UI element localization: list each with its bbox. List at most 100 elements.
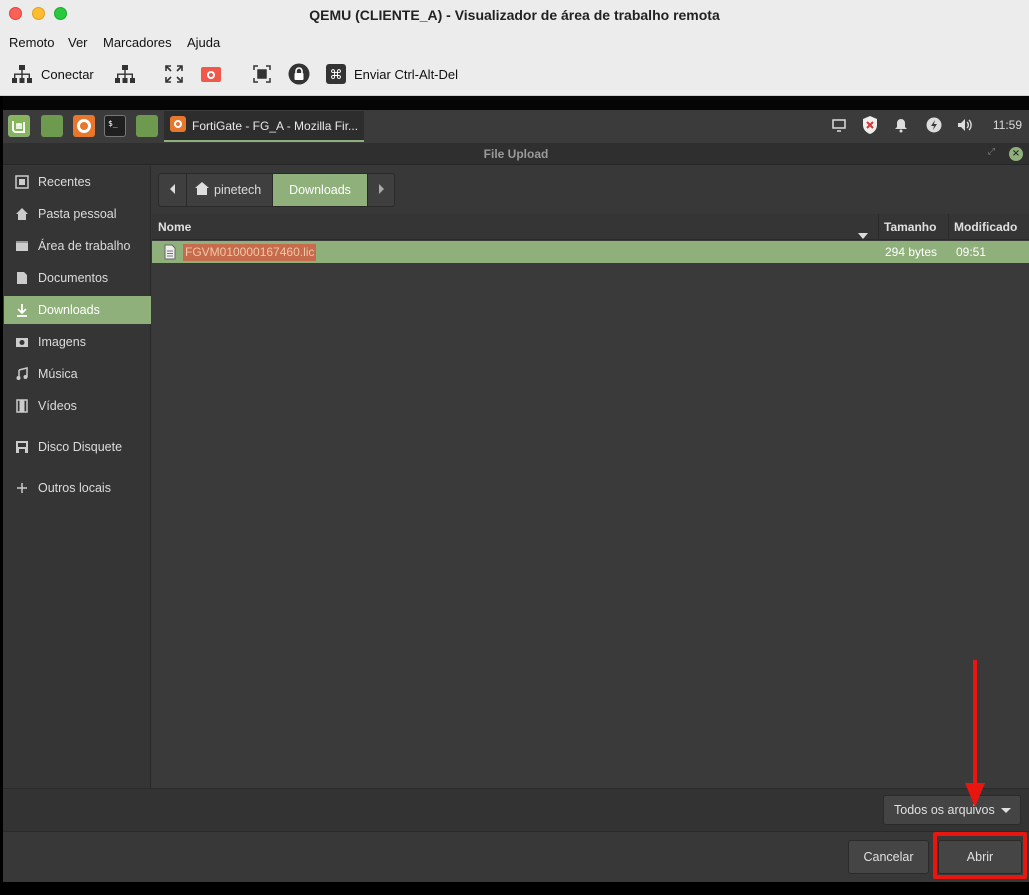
annotation-arrow [973,660,977,785]
path-bar: pinetech Downloads [158,173,395,207]
taskbar-firefox-window[interactable]: FortiGate - FG_A - Mozilla Fir... [164,111,364,142]
column-header-name[interactable]: Nome [158,214,191,240]
network-icon [11,64,33,84]
window-titlebar: QEMU (CLIENTE_A) - Visualizador de área … [0,0,1029,32]
plus-icon [14,482,30,494]
annotation-highlight-box [933,832,1027,879]
file-name: FGVM010000167460.lic [183,244,317,261]
remote-screen[interactable]: $_ FortiGate - FG_A - Mozilla Fir... 11:… [3,96,1029,882]
chevron-left-icon [169,183,176,197]
download-icon [14,303,30,317]
file-icon [164,244,176,264]
svg-text:⌘: ⌘ [330,68,343,83]
send-keys-label: Enviar Ctrl-Alt-Del [354,66,459,82]
sidebar-item-disco-disquete[interactable]: Disco Disquete [4,433,151,461]
sidebar-item-pasta-pessoal[interactable]: Pasta pessoal [4,200,151,228]
menu-ver[interactable]: Ver [68,35,88,50]
recent-icon [14,175,30,189]
window-title: QEMU (CLIENTE_A) - Visualizador de área … [309,7,720,23]
path-back-button[interactable] [159,174,187,206]
send-ctrl-alt-del-button[interactable]: ⌘ Enviar Ctrl-Alt-Del [326,62,458,86]
column-header-size[interactable]: Tamanho [884,214,936,240]
volume-icon[interactable] [956,117,974,137]
clock: 11:59 [992,118,1022,132]
sidebar-item-label: Documentos [38,271,109,285]
menu-marcadores[interactable]: Marcadores [103,35,172,50]
folder-icon[interactable] [136,115,158,137]
connect-label: Conectar [41,66,94,82]
terminal-icon[interactable]: $_ [104,115,126,137]
file-row[interactable]: FGVM010000167460.lic 294 bytes 09:51 [152,241,1029,263]
network-button[interactable] [114,62,136,86]
file-modified: 09:51 [956,245,987,259]
sidebar-item-area-de-trabalho[interactable]: Área de trabalho [4,232,151,260]
sidebar-item-documentos[interactable]: Documentos [4,264,151,292]
column-separator [948,214,949,240]
sidebar-item-label: Música [38,367,78,381]
path-current-label: Downloads [289,183,351,197]
path-segment-downloads[interactable]: Downloads [273,174,368,206]
task-label: FortiGate - FG_A - Mozilla Fir... [192,118,359,133]
file-upload-dialog: File Upload ⤢ × Recentes Pasta pessoal Á… [3,143,1029,882]
path-segment-home[interactable]: pinetech [187,174,273,206]
command-icon: ⌘ [326,64,346,84]
menu-remoto[interactable]: Remoto [9,35,55,50]
close-icon[interactable]: × [1009,147,1023,161]
chevron-right-icon [378,183,384,197]
sidebar-item-label: Downloads [38,303,100,317]
bell-icon[interactable] [893,117,909,137]
sidebar-item-musica[interactable]: Música [4,360,151,388]
dialog-title: File Upload [483,147,549,161]
file-list-header: Nome Tamanho Modificado [152,214,1029,240]
svg-text:$_: $_ [108,119,118,128]
lock-button[interactable] [288,62,310,86]
sidebar-item-outros-locais[interactable]: Outros locais [4,474,151,502]
cancel-button[interactable]: Cancelar [848,840,929,874]
sidebar-item-label: Pasta pessoal [38,207,117,221]
file-list[interactable]: Nome Tamanho Modificado FGVM010000167460… [152,214,1029,788]
file-type-filter[interactable]: Todos os arquivos [883,795,1021,825]
sidebar-item-label: Recentes [38,175,91,189]
filter-bar: Todos os arquivos [3,788,1029,832]
sidebar-item-label: Outros locais [38,481,111,495]
sidebar-item-imagens[interactable]: Imagens [4,328,151,356]
connect-button[interactable]: Conectar [11,62,94,86]
files-icon[interactable] [41,115,63,137]
firefox-icon [170,115,186,136]
column-separator [878,214,879,240]
sidebar-item-downloads[interactable]: Downloads [4,296,151,324]
desktop-icon [14,239,30,253]
resize-button[interactable] [252,62,272,86]
menu-ajuda[interactable]: Ajuda [187,35,220,50]
toolbar: Conectar ⌘ Enviar Ctrl-Alt-Del [0,54,1029,96]
fullscreen-icon [164,64,184,84]
display-icon[interactable] [831,117,847,137]
sidebar-item-label: Vídeos [38,399,77,413]
annotation-arrow-head [965,783,985,807]
floppy-icon [14,440,30,454]
file-size: 294 bytes [885,245,938,259]
document-icon [14,271,30,285]
places-sidebar: Recentes Pasta pessoal Área de trabalho … [3,166,151,788]
restore-icon[interactable]: ⤢ [988,147,995,157]
menubar: Remoto Ver Marcadores Ajuda [0,32,1029,54]
resize-icon [252,64,272,84]
film-icon [14,399,30,413]
fullscreen-button[interactable] [164,62,184,86]
path-forward-button[interactable] [368,174,394,206]
firefox-icon[interactable] [73,115,95,137]
sidebar-item-recentes[interactable]: Recentes [4,168,151,196]
column-header-modified[interactable]: Modificado [954,214,1017,240]
mint-menu-icon[interactable] [8,115,30,137]
screenshot-button[interactable] [200,62,222,86]
sidebar-item-label: Disco Disquete [38,440,123,454]
sidebar-item-label: Imagens [38,335,86,349]
chevron-down-icon [1001,808,1011,813]
lock-icon [288,63,310,85]
dialog-titlebar: File Upload ⤢ × [3,143,1029,165]
power-icon[interactable] [926,117,942,137]
sidebar-item-videos[interactable]: Vídeos [4,392,151,420]
music-icon [14,367,30,381]
shield-icon[interactable] [861,115,879,139]
remote-panel: $_ FortiGate - FG_A - Mozilla Fir... 11:… [3,110,1029,143]
